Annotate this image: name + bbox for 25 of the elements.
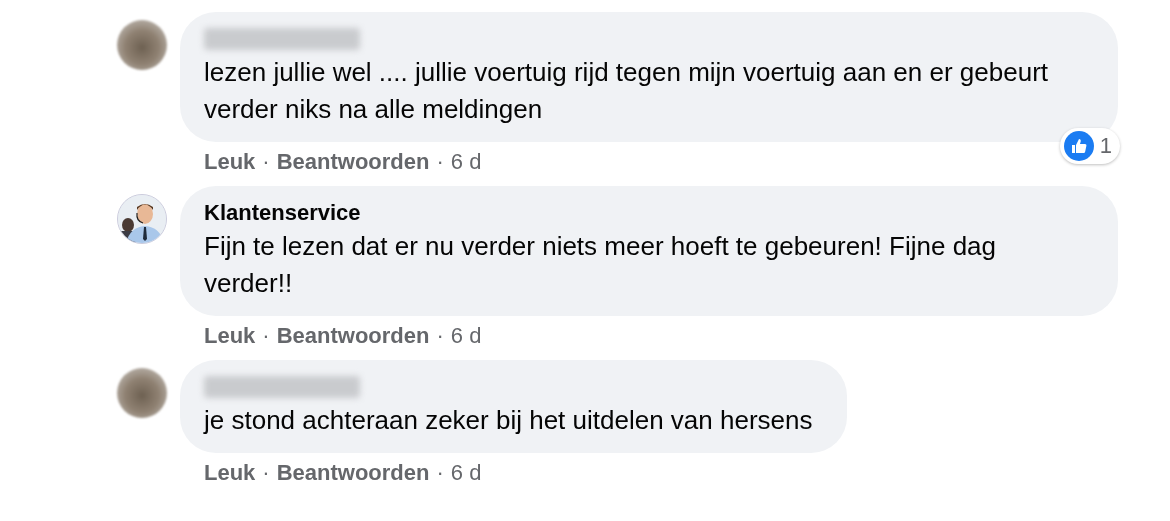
timestamp: 6 d — [450, 459, 482, 487]
separator: · — [262, 459, 270, 487]
timestamp: 6 d — [450, 148, 482, 176]
reaction-count: 1 — [1099, 133, 1112, 159]
like-link[interactable]: Leuk — [204, 148, 256, 176]
comment-text: Fijn te lezen dat er nu verder niets meer hoeft te gebeuren! Fijne dag verder!! — [204, 230, 998, 300]
separator: · — [436, 148, 444, 176]
like-link[interactable]: Leuk — [204, 322, 256, 350]
comment-text: lezen jullie wel .... jullie voertuig rijd tegen mijn voertuig aan en er gebeurt verder niks na alle meldingen — [204, 56, 1050, 126]
reply-link[interactable]: Beantwoorden — [276, 459, 430, 487]
reply-link[interactable]: Beantwoorden — [276, 148, 430, 176]
comment-text: je stond achteraan zeker bij het uitdelen van hersens — [204, 404, 813, 437]
reply-link[interactable]: Beantwoorden — [276, 322, 430, 350]
avatar[interactable] — [117, 194, 167, 244]
reaction-badge[interactable]: 1 — [1059, 128, 1120, 164]
separator: · — [262, 148, 270, 176]
separator: · — [262, 322, 270, 350]
like-link[interactable]: Leuk — [204, 459, 256, 487]
separator: · — [436, 322, 444, 350]
timestamp: 6 d — [450, 322, 482, 350]
thumbs-up-icon — [1063, 131, 1094, 161]
blurred-avatar[interactable] — [117, 368, 167, 418]
separator: · — [436, 459, 444, 487]
author-name[interactable]: Klantenservice — [204, 198, 1084, 228]
blurred-avatar[interactable] — [117, 20, 167, 70]
